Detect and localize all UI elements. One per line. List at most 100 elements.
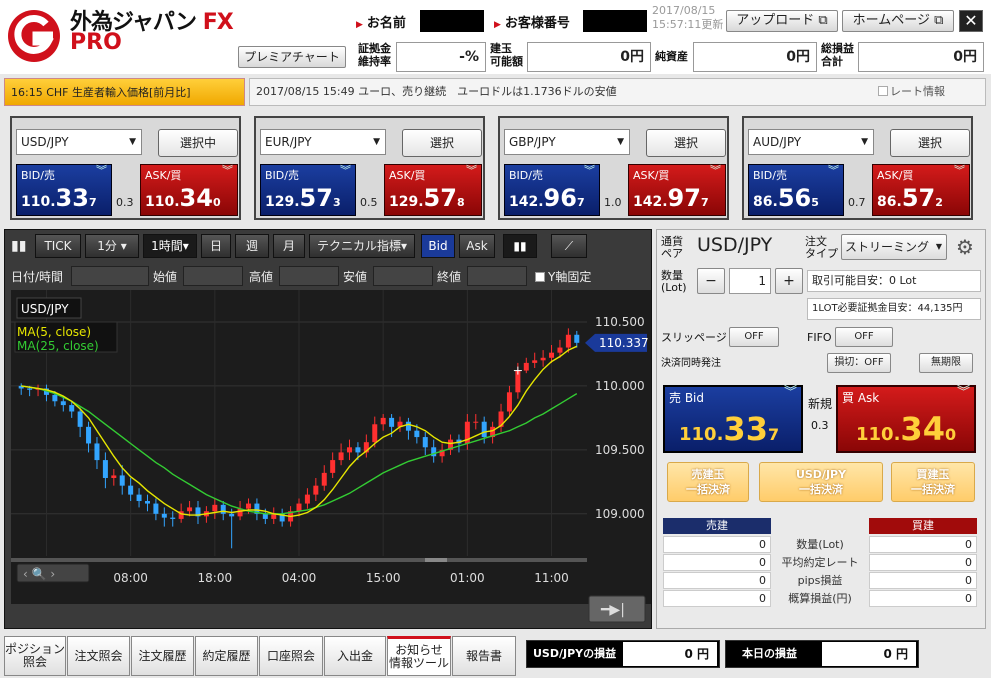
homepage-button[interactable]: ホームページ ⧉ (842, 10, 954, 32)
x-tick-label: 01:00 (450, 571, 485, 585)
bid-toggle[interactable]: Bid (421, 234, 455, 258)
rate-info-toggle[interactable]: レート情報 (878, 79, 945, 105)
candle-body (77, 411, 83, 427)
y-axis-fixed-checkbox[interactable]: Y軸固定 (535, 268, 591, 285)
ask-price-button[interactable]: ASK/買 ︾ 142.977 (628, 164, 726, 216)
bid-price-button[interactable]: BID/売 ︾ 110.337 (16, 164, 112, 216)
pair-panel-gbpjpy: GBP/JPY ▼ 選択 BID/売 ︾ 142.967 1.0 ASK/買 ︾ 142.977 (498, 116, 729, 220)
day-button[interactable]: 日 (201, 234, 231, 258)
pair-select-button[interactable]: 選択 (402, 129, 482, 157)
qty-plus-button[interactable]: + (775, 268, 803, 294)
chart-symbol: USD/JPY (21, 302, 69, 316)
candle-body (473, 421, 479, 423)
one-hour-button[interactable]: 1時間▾ (143, 234, 197, 258)
pair-panel-audjpy: AUD/JPY ▼ 選択 BID/売 ︾ 86.565 0.7 ASK/買 ︾ 86.572 (742, 116, 973, 220)
date-field (71, 266, 149, 286)
candle-body (86, 426, 92, 444)
name-label: ▶ お名前 (356, 16, 406, 31)
customer-no-label: ▶ お客様番号 (494, 16, 570, 31)
sell-bid-button[interactable]: 売 Bid ︾ 110.337 (663, 385, 803, 453)
bottom-tab-1[interactable]: 注文照会 (67, 636, 130, 676)
candle-body (389, 417, 395, 427)
pair-select[interactable]: USD/JPY ▼ (16, 129, 142, 155)
line-chart-icon[interactable]: ⟋ (551, 234, 587, 258)
technical-indicator-button[interactable]: テクニカル指標▾ (309, 234, 415, 258)
bottom-tab-2[interactable]: 注文履歴 (131, 636, 194, 676)
y-tick-label: 109.000 (595, 507, 645, 521)
pair-select[interactable]: AUD/JPY ▼ (748, 129, 874, 155)
jump-to-end-icon: ━▶| (600, 602, 625, 618)
qty-minus-button[interactable]: − (697, 268, 725, 294)
slippage-toggle[interactable]: OFF (729, 327, 779, 347)
news-ticker-right[interactable]: 2017/08/15 15:49 ユーロ、売り継続 ユーロドルは1.1736ドル… (249, 78, 986, 106)
total-pl-label: 総損益 合計 (821, 42, 854, 68)
bottom-tab-7[interactable]: 報告書 (452, 636, 516, 676)
pair-select[interactable]: GBP/JPY ▼ (504, 129, 630, 155)
close-all-sell-button[interactable]: 売建玉 一括決済 (667, 462, 749, 502)
buy-cell: 0 (869, 536, 977, 553)
gear-icon[interactable]: ⚙ (951, 234, 979, 262)
close-icon[interactable]: ✕ (959, 10, 983, 32)
pair-select-button[interactable]: 選択 (646, 129, 726, 157)
candle-body (69, 405, 75, 412)
customer-no-value (583, 10, 647, 32)
x-tick-label: 18:00 (198, 571, 233, 585)
bottom-tab-6[interactable]: お知らせ 情報ツール (387, 636, 451, 676)
bottom-tab-5[interactable]: 入出金 (324, 636, 386, 676)
y-tick-label: 110.500 (595, 315, 645, 329)
candle-body (506, 392, 512, 412)
required-margin: 1LOT必要証拠金目安：44,135円 (807, 298, 981, 320)
news-ticker-left[interactable]: 16:15 CHF 生産者輸入価格[前月比] (4, 78, 245, 106)
bottom-tab-3[interactable]: 約定履歴 (195, 636, 258, 676)
update-stamp: 2017/08/15 15:57:11更新 (652, 4, 724, 31)
bid-price-button[interactable]: BID/売 ︾ 129.573 (260, 164, 356, 216)
bottom-tab-0[interactable]: ポジション 照会 (4, 636, 66, 676)
red-arrow-icon: ▶ (494, 20, 501, 30)
window-icon: ⧉ (934, 13, 944, 28)
fifo-toggle[interactable]: OFF (835, 327, 893, 347)
qty-input[interactable]: 1 (729, 268, 771, 294)
buy-cell: 0 (869, 572, 977, 589)
close-all-buy-button[interactable]: 買建玉 一括決済 (891, 462, 975, 502)
brand-pro: PRO (70, 30, 122, 55)
bid-price-button[interactable]: BID/売 ︾ 142.967 (504, 164, 600, 216)
sell-cell: 0 (663, 572, 771, 589)
double-chevron-down-icon: ︾ (783, 385, 797, 400)
buy-ask-button[interactable]: 買 Ask ︾ 110.340 (836, 385, 976, 453)
one-min-button[interactable]: 1分 ▾ (85, 234, 139, 258)
settle-label: 決済同時発注 (661, 358, 721, 369)
tick-button[interactable]: TICK (35, 234, 81, 258)
candle-body (414, 430, 420, 438)
pair-select-button[interactable]: 選択中 (158, 129, 238, 157)
close-all-pair-button[interactable]: USD/JPY 一括決済 (759, 462, 883, 502)
expiry-button[interactable]: 無期限 (919, 353, 973, 373)
week-button[interactable]: 週 (235, 234, 269, 258)
sell-cell: 0 (663, 554, 771, 571)
upload-button[interactable]: アップロード ⧉ (726, 10, 838, 32)
ask-price-button[interactable]: ASK/買 ︾ 129.578 (384, 164, 482, 216)
candle-body (296, 503, 302, 512)
chevron-down-icon: ▼ (129, 137, 136, 147)
premier-chart-button[interactable]: プレミアチャート (238, 46, 346, 68)
ask-toggle[interactable]: Ask (459, 234, 495, 258)
candle-body (136, 494, 142, 502)
candle-body (372, 424, 378, 443)
order-type-select[interactable]: ストリーミング ▼ (841, 234, 947, 260)
pair-select-button[interactable]: 選択 (890, 129, 970, 157)
chevron-down-icon: ▼ (373, 137, 380, 147)
high-field-label: 高値 (249, 270, 274, 284)
bid-price-button[interactable]: BID/売 ︾ 86.565 (748, 164, 844, 216)
pair-select[interactable]: EUR/JPY ▼ (260, 129, 386, 155)
ask-price-button[interactable]: ASK/買 ︾ 110.340 (140, 164, 238, 216)
today-pl-value: 0 円 (822, 642, 916, 666)
stoploss-button[interactable]: 損切：OFF (827, 353, 891, 373)
price-chart[interactable]: 110.500110.000109.500109.00022:0008:0018… (5, 290, 651, 630)
candlestick-icon[interactable]: ▮▮ (503, 234, 537, 258)
candle-type-icon[interactable]: ▮▮ (11, 238, 26, 254)
ask-price-button[interactable]: ASK/買 ︾ 86.572 (872, 164, 970, 216)
bottom-tab-4[interactable]: 口座照会 (259, 636, 323, 676)
pair-label: 通貨 ペア (661, 235, 683, 260)
x-tick-label: 04:00 (282, 571, 317, 585)
month-button[interactable]: 月 (273, 234, 305, 258)
candle-body (523, 362, 529, 371)
